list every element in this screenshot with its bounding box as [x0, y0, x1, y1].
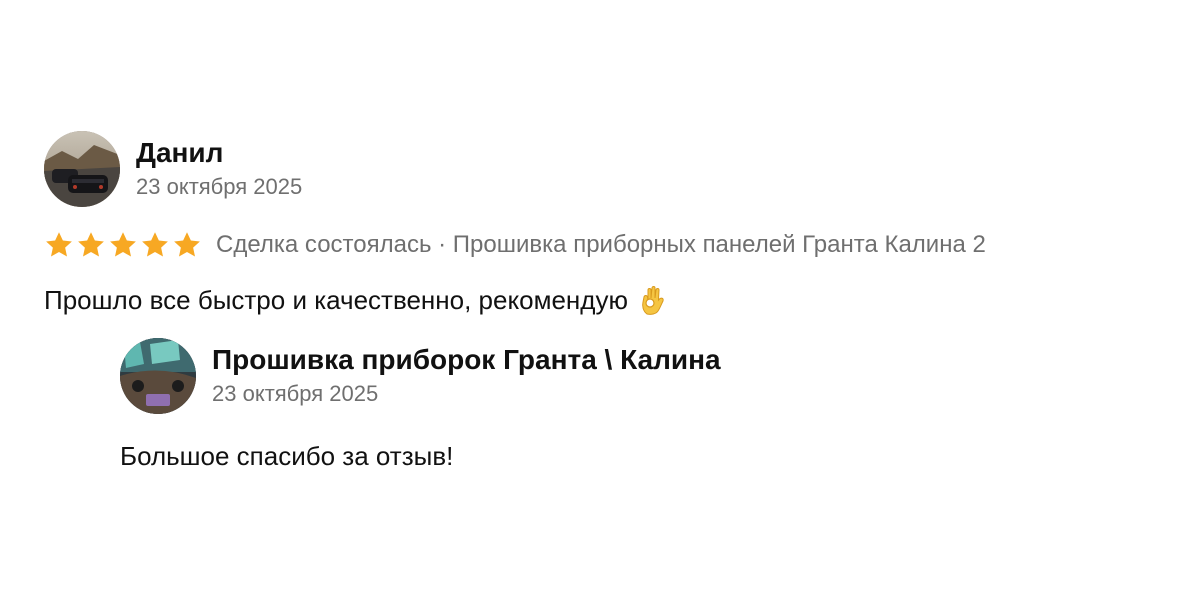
reply-author-name[interactable]: Прошивка приборок Гранта \ Калина	[212, 343, 721, 377]
review-text-row: Прошло все быстро и качественно, рекомен…	[44, 282, 1164, 318]
rating-row: Сделка состоялась · Прошивка приборных п…	[44, 228, 1164, 262]
star-rating	[44, 230, 204, 260]
review-text: Прошло все быстро и качественно, рекомен…	[44, 284, 628, 315]
reply-date: 23 октября 2025	[212, 381, 379, 406]
ok-hand-icon	[640, 284, 666, 316]
review-date: 23 октября 2025	[136, 174, 303, 199]
star-icon	[108, 230, 138, 260]
reply-author-row: Прошивка приборок Гранта \ Калина 23 окт…	[120, 337, 1120, 415]
review-card: Данил 23 октября 2025 Сделка состоялась …	[44, 130, 1164, 318]
star-icon	[140, 230, 170, 260]
avatar-photo	[44, 131, 120, 207]
avatar-photo	[120, 338, 196, 414]
review-author-name[interactable]: Данил	[136, 136, 302, 170]
star-icon	[44, 230, 74, 260]
seller-reply: Прошивка приборок Гранта \ Калина 23 окт…	[120, 337, 1120, 472]
star-icon	[172, 230, 202, 260]
review-author-row: Данил 23 октября 2025	[44, 130, 1164, 208]
avatar[interactable]	[44, 131, 120, 207]
reply-text: Большое спасибо за отзыв!	[120, 441, 454, 471]
avatar[interactable]	[120, 338, 196, 414]
star-icon	[76, 230, 106, 260]
deal-info[interactable]: Сделка состоялась · Прошивка приборных п…	[216, 231, 986, 259]
